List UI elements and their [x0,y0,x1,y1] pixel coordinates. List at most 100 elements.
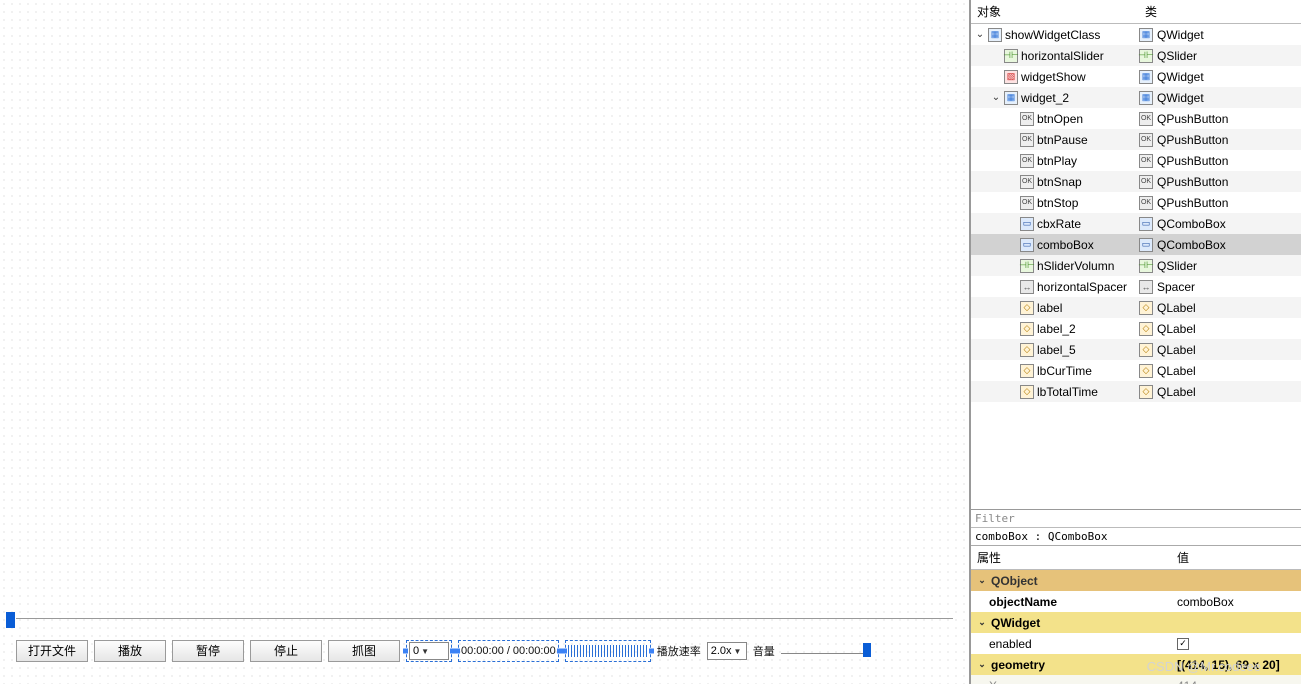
object-name-label: comboBox [1037,238,1094,252]
widget-icon: ▦ [1139,91,1153,105]
class-name-label: QLabel [1157,301,1196,315]
tree-row[interactable]: ▧widgetShow▦QWidget [971,66,1301,87]
slider-icon: ⊣⊢ [1139,259,1153,273]
btn-icon: OK [1139,154,1153,168]
expand-caret-icon[interactable]: ⌄ [977,659,987,670]
combo-icon: ▭ [1020,238,1034,252]
object-name-label: btnPlay [1037,154,1077,168]
volume-slider[interactable] [781,648,871,654]
label-icon: ◇ [1139,322,1153,336]
pause-button[interactable]: 暂停 [172,640,244,662]
combobox-value: 0 [413,645,419,657]
tree-row[interactable]: ↔horizontalSpacer↔Spacer [971,276,1301,297]
label-icon: ◇ [1139,301,1153,315]
label-icon: ◇ [1020,364,1034,378]
tree-row[interactable]: OKbtnOpenOKQPushButton [971,108,1301,129]
class-name-label: QSlider [1157,49,1197,63]
property-row[interactable]: X414 [971,675,1301,684]
object-name-label: lbCurTime [1037,364,1092,378]
expand-caret-icon[interactable]: ⌄ [975,29,985,40]
tree-row[interactable]: ◇lbCurTime◇QLabel [971,360,1301,381]
class-name-label: QPushButton [1157,112,1228,126]
object-name-label: widget_2 [1021,91,1069,105]
property-row[interactable]: ⌄geometry[(414, 15), 69 x 20] [971,654,1301,675]
combo-icon: ▭ [1139,217,1153,231]
property-row[interactable]: ⌄ QObject [971,570,1301,591]
tree-row[interactable]: ◇label_2◇QLabel [971,318,1301,339]
object-name-label: cbxRate [1037,217,1081,231]
slider-thumb-icon [6,612,15,628]
tree-row[interactable]: ⊣⊢horizontalSlider⊣⊢QSlider [971,45,1301,66]
class-name-label: QLabel [1157,343,1196,357]
time-block: 00:00:00 / 00:00:00 [458,640,559,662]
btn-icon: OK [1020,133,1034,147]
open-file-button[interactable]: 打开文件 [16,640,88,662]
tree-row[interactable]: ⊣⊢hSliderVolumn⊣⊢QSlider [971,255,1301,276]
header-value: 值 [1171,546,1301,569]
expand-caret-icon[interactable]: ⌄ [977,617,987,628]
object-name-label: label_5 [1037,343,1076,357]
label-icon: ◇ [1020,385,1034,399]
property-header: 属性 值 [971,546,1301,570]
object-name-label: btnOpen [1037,112,1083,126]
expand-caret-icon[interactable]: ⌄ [977,575,987,586]
property-body[interactable]: ⌄ QObject objectNamecomboBox⌄QWidgetenable… [971,570,1301,684]
control-row: 打开文件 播放 暂停 停止 抓图 0 ▼ 00:00:00 / 00:00:00… [16,638,953,664]
tree-row[interactable]: ⌄▦showWidgetClass▦QWidget [971,24,1301,45]
object-tree-panel[interactable]: 对象 类 ⌄▦showWidgetClass▦QWidget⊣⊢horizont… [971,0,1301,510]
tree-row[interactable]: ▭cbxRate▭QComboBox [971,213,1301,234]
tree-row[interactable]: OKbtnSnapOKQPushButton [971,171,1301,192]
header-property: 属性 [971,546,1171,569]
tree-row[interactable]: OKbtnPlayOKQPushButton [971,150,1301,171]
spacer-widget[interactable] [565,640,651,662]
btn-icon: OK [1020,154,1034,168]
filter-input[interactable]: Filter [971,510,1301,528]
property-row[interactable]: ⌄QWidget [971,612,1301,633]
volume-label: 音量 [753,643,775,659]
label-icon: ◇ [1139,385,1153,399]
property-editor-panel[interactable]: 属性 值 ⌄ QObject objectNamecomboBox⌄QWidgete… [971,546,1301,684]
class-name-label: QSlider [1157,259,1197,273]
property-name-label: X [989,679,997,684]
horizontal-slider-preview[interactable] [6,610,963,628]
object-name-label: label [1037,301,1062,315]
expand-caret-icon[interactable]: ⌄ [991,92,1001,103]
label-icon: ◇ [1020,322,1034,336]
current-time-label: 00:00:00 [461,645,504,657]
property-name-label: QObject [991,574,1038,588]
tree-row[interactable]: ◇lbTotalTime◇QLabel [971,381,1301,402]
tree-row[interactable]: ◇label_5◇QLabel [971,339,1301,360]
class-name-label: Spacer [1157,280,1195,294]
object-name-label: horizontalSpacer [1037,280,1127,294]
object-name-label: showWidgetClass [1005,28,1100,42]
object-tree-body[interactable]: ⌄▦showWidgetClass▦QWidget⊣⊢horizontalSli… [971,24,1301,402]
stop-button[interactable]: 停止 [250,640,322,662]
tree-row[interactable]: ⌄▦widget_2▦QWidget [971,87,1301,108]
rate-combobox[interactable]: 2.0x ▼ [707,642,747,660]
class-name-label: QLabel [1157,364,1196,378]
combobox-selection[interactable]: 0 ▼ [406,640,452,662]
btn-icon: OK [1139,196,1153,210]
tree-row[interactable]: OKbtnStopOKQPushButton [971,192,1301,213]
object-name-label: btnPause [1037,133,1088,147]
property-row[interactable]: enabled✓ [971,633,1301,654]
label-icon: ◇ [1139,364,1153,378]
object-name-label: horizontalSlider [1021,49,1104,63]
rate-value: 2.0x [711,645,732,657]
tree-row[interactable]: OKbtnPauseOKQPushButton [971,129,1301,150]
class-name-label: QPushButton [1157,175,1228,189]
inspector-panels: 对象 类 ⌄▦showWidgetClass▦QWidget⊣⊢horizont… [970,0,1301,684]
object-name-label: btnStop [1037,196,1078,210]
checkbox-icon[interactable]: ✓ [1177,638,1189,650]
widget-icon: ▦ [1004,91,1018,105]
property-row[interactable]: objectNamecomboBox [971,591,1301,612]
tree-row[interactable]: ▭comboBox▭QComboBox [971,234,1301,255]
play-button[interactable]: 播放 [94,640,166,662]
label-icon: ◇ [1139,343,1153,357]
red-icon: ▧ [1004,70,1018,84]
form-designer-canvas[interactable]: 打开文件 播放 暂停 停止 抓图 0 ▼ 00:00:00 / 00:00:00… [0,0,970,684]
combo-icon: ▭ [1020,217,1034,231]
object-name-label: hSliderVolumn [1037,259,1114,273]
tree-row[interactable]: ◇label◇QLabel [971,297,1301,318]
snap-button[interactable]: 抓图 [328,640,400,662]
